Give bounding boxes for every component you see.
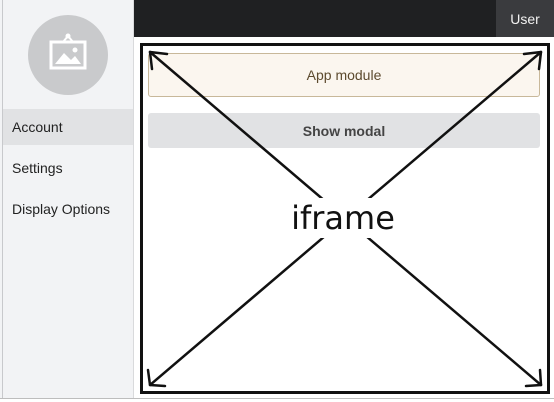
sidebar-item-display-options[interactable]: Display Options <box>3 191 133 227</box>
image-placeholder-icon <box>49 33 87 70</box>
sidebar-item-account[interactable]: Account <box>3 109 133 145</box>
user-menu-button[interactable]: User <box>496 0 554 37</box>
iframe-frame[interactable] <box>140 43 550 394</box>
sidebar-item-settings[interactable]: Settings <box>3 150 133 186</box>
bottom-divider <box>0 398 554 399</box>
avatar <box>28 15 108 95</box>
top-bar: User <box>134 0 554 37</box>
sidebar: Account Settings Display Options <box>0 0 134 398</box>
